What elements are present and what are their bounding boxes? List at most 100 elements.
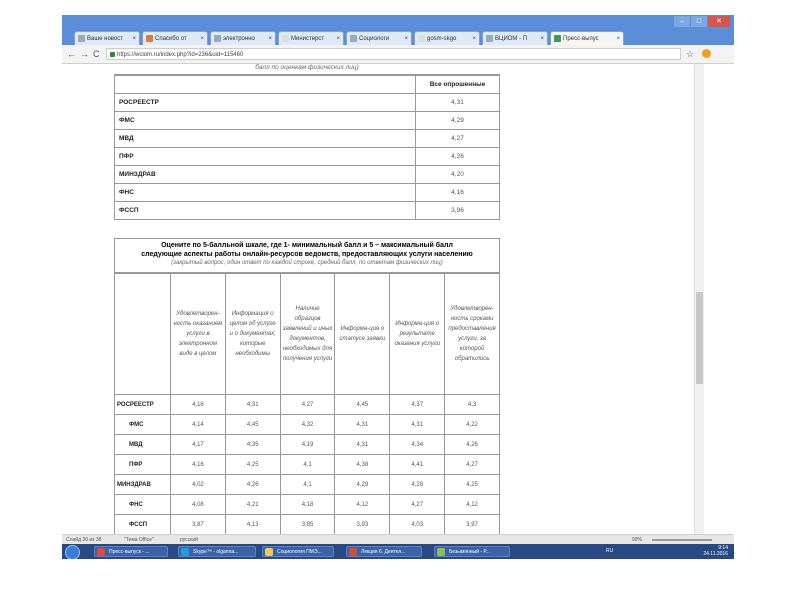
extension-icon[interactable] <box>702 49 711 58</box>
favicon-icon <box>554 35 561 42</box>
favicon-icon <box>78 35 85 42</box>
table-row: МИНЗДРАВ 4,20 <box>114 165 500 184</box>
close-tab-icon[interactable]: × <box>336 32 340 45</box>
close-tab-icon[interactable]: × <box>268 32 272 45</box>
taskbar-item[interactable]: Социология ПМЭ... <box>262 546 334 557</box>
cell: 4,35 <box>224 434 281 455</box>
row-name: ФССП <box>114 514 171 534</box>
row-name: ФНС <box>114 183 416 202</box>
url-field[interactable]: https://wciom.ru/index.php?id=236&uid=11… <box>106 48 681 60</box>
taskbar-item[interactable]: Безымянный - Р... <box>434 546 510 557</box>
cell: 4,41 <box>389 454 446 475</box>
table-row: МВД 4,27 <box>114 129 500 148</box>
ranking-table: Все опрошенные РОСРЕЕСТР 4,31 ФМС 4,29 МВД… <box>114 75 500 220</box>
column-header: Информа-ция о статусе заявки <box>334 273 391 395</box>
forward-icon[interactable]: → <box>80 48 89 60</box>
row-value: 3,96 <box>415 201 500 220</box>
question-line-2: следующие аспекты работы онлайн-ресурсов… <box>141 251 473 258</box>
column-header: Удовлетворен-ность оказанием услуги в эл… <box>170 273 226 395</box>
document-icon <box>418 35 425 42</box>
table-row: ФМС 4,14 4,45 4,32 4,31 4,31 4,22 <box>114 414 500 435</box>
table1-header: Все опрошенные <box>415 75 500 94</box>
close-tab-icon[interactable]: × <box>200 32 204 45</box>
close-window-button[interactable]: ✕ <box>708 16 730 27</box>
cell: 4,08 <box>170 494 226 515</box>
cell: 4,28 <box>389 474 446 495</box>
tab-bar: Ваше новост × Спасибо от × электронно × Мин… <box>62 15 734 45</box>
row-name: РОСРЕЕСТР <box>114 93 416 112</box>
table-row: РОСРЕЕСТР 4,16 4,31 4,27 4,45 4,37 4,3 <box>114 394 500 415</box>
cell: 4,29 <box>334 474 391 495</box>
reload-icon[interactable]: C <box>93 48 100 60</box>
minimize-button[interactable]: – <box>674 16 690 27</box>
taskbar-item[interactable]: Лекция 6. Деятел... <box>346 546 422 557</box>
tab-7[interactable]: ВЦИОМ - П × <box>482 31 548 45</box>
start-button[interactable] <box>65 545 80 559</box>
language-indicator[interactable]: RU <box>606 548 613 554</box>
close-tab-icon[interactable]: × <box>472 32 476 45</box>
table-row: ПФР 4,16 4,25 4,1 4,38 4,41 4,27 <box>114 454 500 475</box>
cell: 4,1 <box>279 454 336 475</box>
bookmark-star-icon[interactable]: ☆ <box>686 48 694 60</box>
maximize-button[interactable]: □ <box>691 16 707 27</box>
system-clock[interactable]: 9:14 24.11.2016 <box>703 545 728 557</box>
cell: 4,18 <box>279 494 336 515</box>
row-name: ФМС <box>114 111 416 130</box>
header-blank <box>114 273 171 395</box>
tab-label: Пресс-выпус <box>563 36 599 42</box>
top-note: балл по оценкам физических лиц) <box>114 64 500 75</box>
tab-3[interactable]: электронно × <box>210 31 276 45</box>
column-header: Информа-ция о результате оказания услуги <box>389 273 446 395</box>
table2-container: Удовлетворен-ность оказанием услуги в эл… <box>114 273 500 534</box>
cell: 4,21 <box>224 494 281 515</box>
cell: 4,31 <box>334 434 391 455</box>
tab-label: Социологи <box>359 36 390 42</box>
cell: 4,3 <box>444 394 500 415</box>
zoom-slider[interactable] <box>652 539 712 541</box>
cell: 4,38 <box>334 454 391 475</box>
column-header: Удовлетворен-ность сроками предоставлени… <box>444 273 500 395</box>
url-text: https://wciom.ru/index.php?id=236&uid=11… <box>117 52 244 58</box>
cell: 4,22 <box>444 414 500 435</box>
close-tab-icon[interactable]: × <box>404 32 408 45</box>
taskbar-label: Пресс-выпуск - ... <box>109 549 150 555</box>
taskbar: Пресс-выпуск - ... Skype™ - olganna... С… <box>62 544 734 559</box>
tab-4[interactable]: Министерст × <box>278 31 344 45</box>
row-name: ФССП <box>114 201 416 220</box>
tab-1[interactable]: Ваше новост × <box>74 31 140 45</box>
tab-6[interactable]: gosm-skgo × <box>414 31 480 45</box>
table-row: ФНС 4,16 <box>114 183 500 202</box>
scrollbar-thumb[interactable] <box>696 292 703 384</box>
cell: 4,17 <box>170 434 226 455</box>
chrome-icon <box>97 548 105 556</box>
cell: 4,45 <box>224 414 281 435</box>
close-tab-icon[interactable]: × <box>616 32 620 45</box>
row-name: ПФР <box>114 147 416 166</box>
tab-2[interactable]: Спасибо от × <box>142 31 208 45</box>
tab-label: ВЦИОМ - П <box>495 36 528 42</box>
powerpoint-icon <box>349 548 357 556</box>
lock-icon <box>110 52 115 57</box>
close-tab-icon[interactable]: × <box>540 32 544 45</box>
taskbar-item[interactable]: Пресс-выпуск - ... <box>94 546 168 557</box>
tab-5[interactable]: Социологи × <box>346 31 412 45</box>
back-icon[interactable]: ← <box>67 48 76 60</box>
row-value: 4,27 <box>415 129 500 148</box>
table2-header-row: Удовлетворен-ность оказанием услуги в эл… <box>114 273 500 395</box>
cell: 3,87 <box>170 514 226 534</box>
tab-8-active[interactable]: Пресс-выпус × <box>550 31 624 45</box>
question-note: (закрытый вопрос, один ответ по каждой с… <box>171 260 443 266</box>
cell: 3,85 <box>279 514 336 534</box>
taskbar-label: Социология ПМЭ... <box>277 549 322 555</box>
favicon-icon <box>486 35 493 42</box>
row-name: ФНС <box>114 494 171 515</box>
table-row: ПФР 4,26 <box>114 147 500 166</box>
row-name: МИНЗДРАВ <box>114 474 171 495</box>
document-icon <box>282 35 289 42</box>
close-tab-icon[interactable]: × <box>132 32 136 45</box>
row-name: МВД <box>114 129 416 148</box>
taskbar-item[interactable]: Skype™ - olganna... <box>178 546 256 557</box>
cell: 4,02 <box>170 474 226 495</box>
table1-header-blank <box>114 75 416 94</box>
cell: 4,26 <box>224 474 281 495</box>
